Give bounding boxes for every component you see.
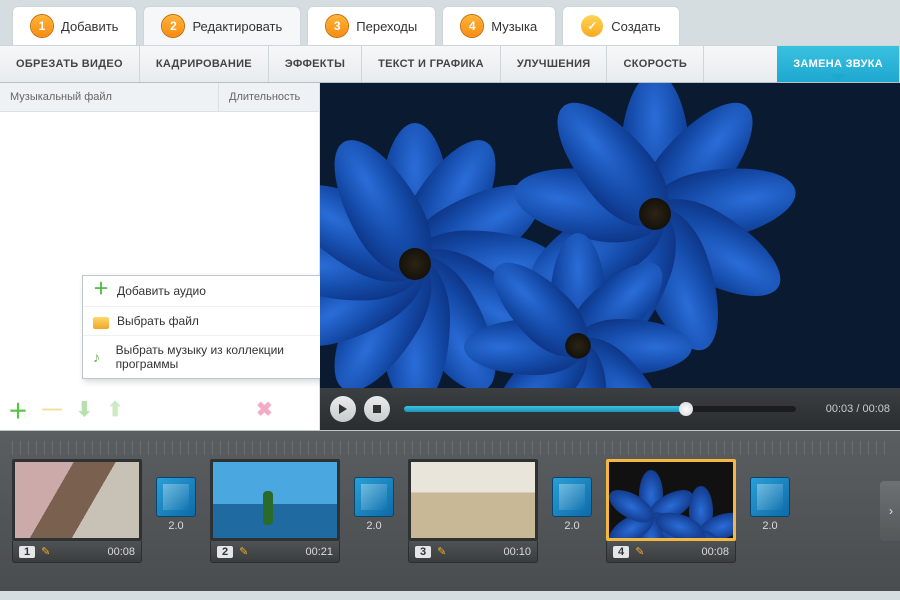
step-number-icon: 1 [31,15,53,37]
delete-button[interactable]: ✖ [256,397,273,422]
clip-thumbnail[interactable] [606,459,736,541]
clip-3[interactable]: 3 ✎ 00:10 [408,459,538,563]
step-number-icon: 3 [326,15,348,37]
clip-2[interactable]: 2 ✎ 00:21 [210,459,340,563]
transition-duration: 2.0 [156,520,196,532]
player-bar: 00:03 / 00:08 [320,388,900,430]
subtab-enhance[interactable]: УЛУЧШЕНИЯ [501,46,608,82]
transition-duration: 2.0 [750,520,790,532]
wizard-step-music[interactable]: 4 Музыка [442,6,556,45]
transition-2[interactable]: 2.0 [354,459,394,532]
timeline: 1 ✎ 00:08 2.0 2 ✎ 00:21 2.0 3 ✎ 00:10 2.… [0,431,900,591]
audio-tools: ＋ — ⬇ ⬆ ✖ [8,395,124,424]
folder-icon [93,317,109,329]
wizard-steps: 1 Добавить 2 Редактировать 3 Переходы 4 … [0,0,900,45]
add-audio-button[interactable]: ＋ [8,395,28,424]
clip-info-bar: 4 ✎ 00:08 [606,541,736,563]
edit-icon[interactable]: ✎ [41,545,50,558]
menu-label: Выбрать музыку из коллекции программы [116,343,329,371]
subtab-replace-audio[interactable]: ЗАМЕНА ЗВУКА [777,46,900,82]
wizard-step-create[interactable]: ✓ Создать [562,6,679,45]
step-label: Создать [611,19,660,34]
transition-4[interactable]: 2.0 [750,459,790,532]
col-file: Музыкальный файл [0,83,219,111]
subtab-crop[interactable]: КАДРИРОВАНИЕ [140,46,269,82]
menu-label: Выбрать файл [117,314,199,328]
timeline-scroll-right[interactable]: › [880,481,900,541]
edit-icon[interactable]: ✎ [635,545,644,558]
transition-1[interactable]: 2.0 [156,459,196,532]
seek-bar[interactable] [404,406,796,412]
clip-index: 4 [613,546,629,558]
clip-info-bar: 2 ✎ 00:21 [210,541,340,563]
subtab-trim[interactable]: ОБРЕЗАТЬ ВИДЕО [0,46,140,82]
transition-duration: 2.0 [354,520,394,532]
edit-subtabs: ОБРЕЗАТЬ ВИДЕО КАДРИРОВАНИЕ ЭФФЕКТЫ ТЕКС… [0,45,900,83]
play-button[interactable] [330,396,356,422]
clip-info-bar: 3 ✎ 00:10 [408,541,538,563]
clip-index: 1 [19,546,35,558]
add-audio-header[interactable]: ＋ Добавить аудио [83,276,339,306]
time-display: 00:03 / 00:08 [810,403,890,415]
clip-index: 3 [415,546,431,558]
clip-info-bar: 1 ✎ 00:08 [12,541,142,563]
edit-icon[interactable]: ✎ [239,545,248,558]
col-duration: Длительность [219,83,319,111]
transition-3[interactable]: 2.0 [552,459,592,532]
subtab-speed[interactable]: СКОРОСТЬ [607,46,704,82]
clip-strip: 1 ✎ 00:08 2.0 2 ✎ 00:21 2.0 3 ✎ 00:10 2.… [12,459,888,563]
wizard-step-transitions[interactable]: 3 Переходы [307,6,436,45]
audio-list-panel: Музыкальный файл Длительность ＋ Добавить… [0,83,320,430]
subtab-effects[interactable]: ЭФФЕКТЫ [269,46,362,82]
step-label: Музыка [491,19,537,34]
remove-audio-button[interactable]: — [42,398,62,421]
move-down-button[interactable]: ⬇ [76,397,93,422]
stop-button[interactable] [364,396,390,422]
clip-duration: 00:08 [107,546,135,558]
wizard-step-edit[interactable]: 2 Редактировать [143,6,301,45]
step-number-icon: 4 [461,15,483,37]
timeline-ruler [12,441,888,455]
seek-progress [404,406,686,412]
clip-duration: 00:21 [305,546,333,558]
clip-thumbnail[interactable] [210,459,340,541]
add-audio-menu: ＋ Добавить аудио Выбрать файл ♪ Выбрать … [82,275,340,379]
clip-index: 2 [217,546,233,558]
transition-duration: 2.0 [552,520,592,532]
clip-4[interactable]: 4 ✎ 00:08 [606,459,736,563]
clip-1[interactable]: 1 ✎ 00:08 [12,459,142,563]
clip-duration: 00:08 [701,546,729,558]
plus-icon: ＋ [93,283,109,299]
music-note-icon: ♪ [93,349,108,365]
step-label: Редактировать [192,19,282,34]
step-number-icon: 2 [162,15,184,37]
audio-list-header: Музыкальный файл Длительность [0,83,319,112]
move-up-button[interactable]: ⬆ [107,397,124,422]
wizard-step-add[interactable]: 1 Добавить [12,6,137,45]
edit-icon[interactable]: ✎ [437,545,446,558]
seek-knob[interactable] [679,402,693,416]
menu-choose-file[interactable]: Выбрать файл [83,306,339,335]
preview-pane: 00:03 / 00:08 [320,83,900,430]
clip-duration: 00:10 [503,546,531,558]
subtab-text[interactable]: ТЕКСТ И ГРАФИКА [362,46,501,82]
check-icon: ✓ [581,15,603,37]
main-area: Музыкальный файл Длительность ＋ Добавить… [0,83,900,431]
clip-thumbnail[interactable] [12,459,142,541]
clip-thumbnail[interactable] [408,459,538,541]
step-label: Переходы [356,19,417,34]
preview-canvas[interactable] [320,83,900,388]
menu-choose-library[interactable]: ♪ Выбрать музыку из коллекции программы [83,335,339,378]
menu-label: Добавить аудио [117,284,206,298]
step-label: Добавить [61,19,118,34]
